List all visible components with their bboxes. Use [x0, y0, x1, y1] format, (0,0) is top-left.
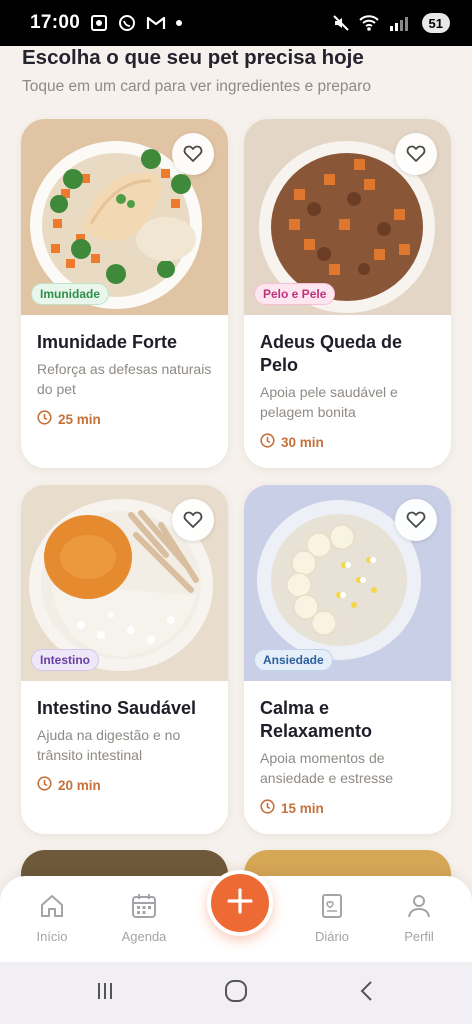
prep-time: 15 min — [260, 799, 324, 817]
recipe-card-pelo[interactable]: Pelo e Pele Adeus Queda de Pelo Apoia pe… — [244, 119, 451, 468]
nav-label: Agenda — [121, 929, 167, 944]
prep-time-value: 15 min — [281, 800, 324, 816]
recipe-description: Apoia momentos de ansiedade e estresse — [260, 750, 394, 786]
add-button[interactable] — [207, 870, 273, 936]
page-subtitle: Toque em um card para ver ingredientes e… — [22, 78, 371, 95]
recipe-description: Reforça as defesas naturais do pet — [37, 361, 212, 397]
prep-time: 25 min — [37, 410, 101, 428]
screenshot-icon — [90, 14, 108, 32]
recipe-image: Pelo e Pele — [244, 119, 451, 315]
wifi-icon — [358, 14, 380, 32]
recipe-card-intestino[interactable]: Intestino Intestino Saudável Ajuda na di… — [21, 485, 228, 834]
category-tag: Imunidade — [31, 283, 110, 305]
nav-label: Perfil — [404, 929, 434, 944]
heart-icon — [406, 511, 426, 529]
nav-item-inicio[interactable]: Início — [12, 892, 92, 944]
heart-icon — [183, 511, 203, 529]
nav-item-agenda[interactable]: Agenda — [104, 892, 184, 944]
gmail-icon — [146, 15, 166, 31]
recipe-title: Intestino Saudável — [37, 698, 197, 718]
journal-icon — [318, 892, 346, 923]
favorite-button[interactable] — [395, 133, 437, 175]
dot-icon — [176, 20, 183, 26]
signal-icon — [388, 14, 414, 32]
recipe-image: Imunidade — [21, 119, 228, 315]
whatsapp-icon — [118, 14, 136, 32]
battery-badge: 51 — [421, 13, 450, 33]
recipe-title: Calma e Relaxamento — [260, 698, 373, 741]
category-tag: Pelo e Pele — [254, 283, 336, 305]
nav-item-perfil[interactable]: Perfil — [379, 892, 459, 944]
recipe-title: Adeus Queda de Pelo — [260, 332, 403, 375]
prep-time-value: 30 min — [281, 434, 324, 450]
page-title: Escolha o que seu pet precisa hoje — [22, 46, 364, 69]
heart-icon — [406, 145, 426, 163]
prep-time-value: 25 min — [58, 411, 101, 427]
prep-time-value: 20 min — [58, 777, 101, 793]
calendar-icon — [130, 892, 158, 923]
home-icon — [38, 892, 66, 923]
profile-icon — [405, 892, 433, 923]
system-nav-bar — [0, 962, 472, 1024]
category-tag: Intestino — [31, 649, 99, 671]
mute-icon — [332, 14, 350, 32]
recipe-card-imunidade[interactable]: Imunidade Imunidade Forte Reforça as def… — [21, 119, 228, 468]
favorite-button[interactable] — [172, 499, 214, 541]
recipe-image: Ansiedade — [244, 485, 451, 681]
back-icon[interactable] — [355, 979, 379, 1007]
heart-icon — [183, 145, 203, 163]
nav-item-diario[interactable]: Diário — [292, 892, 372, 944]
favorite-button[interactable] — [172, 133, 214, 175]
status-time: 17:00 — [30, 12, 81, 33]
recipe-title: Imunidade Forte — [37, 332, 178, 352]
clock-icon — [37, 410, 52, 428]
clock-icon — [37, 776, 52, 794]
prep-time: 20 min — [37, 776, 101, 794]
recipe-image: Intestino — [21, 485, 228, 681]
recipe-description: Apoia pele saudável e pelagem bonita — [260, 384, 398, 420]
recipe-description: Ajuda na digestão e no trânsito intestin… — [37, 727, 181, 763]
plus-icon — [226, 887, 254, 919]
nav-label: Início — [36, 929, 68, 944]
status-bar: 17:00 51 — [0, 0, 472, 46]
nav-label: Diário — [315, 929, 349, 944]
favorite-button[interactable] — [395, 499, 437, 541]
category-tag: Ansiedade — [254, 649, 333, 671]
recents-icon[interactable] — [93, 979, 117, 1007]
clock-icon — [260, 433, 275, 451]
home-circle-icon[interactable] — [223, 978, 249, 1008]
recipe-card-ansiedade[interactable]: Ansiedade Calma e Relaxamento Apoia mome… — [244, 485, 451, 834]
prep-time: 30 min — [260, 433, 324, 451]
clock-icon — [260, 799, 275, 817]
